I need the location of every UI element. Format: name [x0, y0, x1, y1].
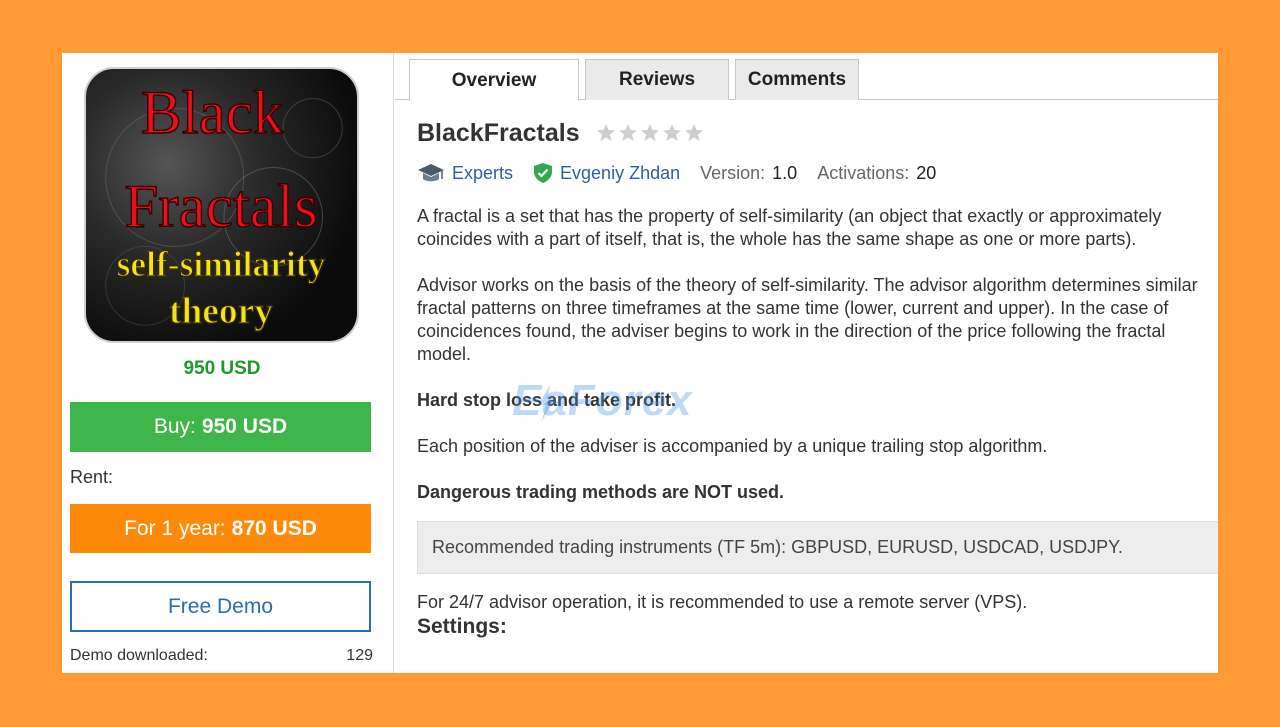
product-price: 950 USD	[183, 358, 261, 379]
description-paragraph-1: A fractal is a set that has the property…	[417, 206, 1162, 249]
star-icon[interactable]	[640, 123, 660, 143]
demo-downloaded: Demo downloaded: 129	[70, 647, 373, 665]
buy-price: 950 USD	[201, 415, 288, 438]
demo-downloaded-count: 129	[346, 647, 373, 664]
logo-line-3: self-similarity	[117, 244, 326, 284]
description-paragraph-4: Each position of the adviser is accompan…	[417, 436, 1048, 456]
demo-downloaded-label: Demo downloaded:	[70, 647, 208, 664]
settings-heading: Settings:	[417, 615, 507, 638]
author-name: Evgeniy Zhdan	[560, 162, 681, 183]
watermark-logo-icon	[538, 385, 556, 421]
buy-button[interactable]: Buy: 950 USD	[70, 402, 371, 452]
activations-info: Activations: 20	[817, 163, 936, 184]
description-paragraph-2: Advisor works on the basis of the theory…	[417, 275, 1198, 364]
rent-1-year-button[interactable]: For 1 year: 870 USD	[70, 504, 371, 553]
star-icon[interactable]	[684, 123, 704, 143]
rating-stars[interactable]	[596, 123, 704, 143]
star-icon[interactable]	[596, 123, 616, 143]
activations-label: Activations:	[817, 162, 910, 183]
overview-content: BlackFractals Experts Evgeniy Zhdan Vers…	[417, 113, 1218, 640]
rent-period: For 1 year:	[124, 516, 226, 540]
star-icon[interactable]	[618, 123, 638, 143]
version-value: 1.0	[772, 162, 798, 183]
product-page: Black Fractals self-similarity theory 95…	[62, 53, 1218, 673]
product-logo: Black Fractals self-similarity theory	[84, 67, 359, 343]
vps-note: For 24/7 advisor operation, it is recomm…	[417, 592, 1028, 612]
rent-label: Rent:	[70, 467, 114, 487]
tab-bar: Overview Reviews Comments	[395, 53, 1218, 101]
author-link[interactable]: Evgeniy Zhdan	[533, 162, 680, 184]
rent-price: 870 USD	[231, 516, 317, 540]
logo-line-4: theory	[169, 291, 273, 332]
free-demo-button[interactable]: Free Demo	[70, 581, 371, 632]
star-icon[interactable]	[662, 123, 682, 143]
buy-label: Buy:	[153, 415, 196, 438]
tab-comments[interactable]: Comments	[735, 59, 859, 100]
description-paragraph-5: Dangerous trading methods are NOT used.	[417, 482, 785, 502]
category-link[interactable]: Experts	[417, 162, 513, 184]
version-info: Version: 1.0	[700, 163, 797, 184]
product-title: BlackFractals	[417, 118, 580, 147]
logo-line-2: Fractals	[124, 174, 317, 241]
tab-reviews[interactable]: Reviews	[585, 59, 729, 100]
tab-overview[interactable]: Overview	[409, 59, 579, 101]
version-label: Version:	[700, 162, 766, 183]
recommended-instruments: Recommended trading instruments (TF 5m):…	[417, 521, 1218, 574]
purchase-sidebar: Black Fractals self-similarity theory 95…	[62, 53, 394, 673]
product-meta: Experts Evgeniy Zhdan Version: 1.0 Activ…	[417, 153, 1217, 193]
verified-shield-icon	[534, 163, 553, 183]
activations-value: 20	[916, 162, 937, 183]
logo-line-1: Black	[141, 80, 284, 147]
graduation-cap-icon	[418, 164, 444, 182]
category-label: Experts	[452, 162, 514, 183]
